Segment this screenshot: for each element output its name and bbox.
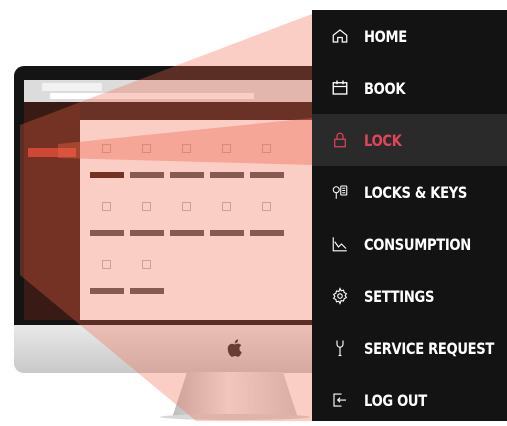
menu-item-lock[interactable]: LOCK [312, 114, 507, 166]
menu-label-book: BOOK [364, 78, 406, 98]
logout-icon [330, 390, 350, 410]
app-sidebar-item [28, 136, 76, 145]
imac-screen [24, 80, 322, 320]
menu-item-book[interactable]: BOOK [312, 62, 507, 114]
app-sidebar-item [28, 208, 76, 217]
lock-card [128, 192, 166, 238]
imac-stand [172, 372, 298, 418]
menu-label-consumption: CONSUMPTION [364, 234, 471, 254]
menu-item-log-out[interactable]: LOG OUT [312, 374, 507, 426]
wrench-icon [330, 338, 350, 358]
lock-card [168, 134, 206, 180]
menu-item-settings[interactable]: SETTINGS [312, 270, 507, 322]
address-bar [50, 93, 254, 99]
app-sidebar-item [28, 160, 76, 169]
menu-item-consumption[interactable]: CONSUMPTION [312, 218, 507, 270]
apple-logo-icon [227, 339, 242, 357]
app-sidebar-item-active [28, 148, 76, 157]
keys-icon [330, 182, 350, 202]
menu-label-lock: LOCK [364, 130, 402, 150]
lock-card [248, 134, 286, 180]
stand-shadow [160, 414, 310, 420]
lock-card [208, 192, 246, 238]
menu-item-service-request[interactable]: SERVICE REQUEST [312, 322, 507, 374]
browser-bar [24, 80, 322, 102]
imac-chin [14, 325, 332, 373]
menu-label-log-out: LOG OUT [364, 390, 427, 410]
lock-card [248, 192, 286, 238]
lock-card [168, 192, 206, 238]
app-sidebar-item [28, 172, 76, 181]
browser-tab [42, 83, 102, 91]
menu-item-home[interactable]: HOME [312, 10, 507, 62]
app-sidebar-item [28, 220, 76, 229]
lock-card [208, 134, 246, 180]
home-icon [330, 26, 350, 46]
lock-card [88, 192, 126, 238]
menu-label-service-request: SERVICE REQUEST [364, 338, 495, 358]
lock-card [88, 250, 126, 296]
app-sidebar-item [28, 196, 76, 205]
menu-label-locks-keys: LOCKS & KEYS [364, 182, 468, 202]
side-menu: HOME BOOK LOCK LOCKS & KEYS CONSUMPTION … [312, 10, 507, 421]
lock-card [128, 134, 166, 180]
menu-item-locks-keys[interactable]: LOCKS & KEYS [312, 166, 507, 218]
menu-label-home: HOME [364, 26, 407, 46]
gear-icon [330, 286, 350, 306]
app-sidebar-item [28, 232, 76, 241]
app-content-preview [80, 120, 322, 320]
calendar-icon [330, 78, 350, 98]
app-sidebar-preview [24, 102, 80, 320]
lock-card [88, 134, 126, 180]
app-header-preview [80, 102, 322, 120]
menu-label-settings: SETTINGS [364, 286, 435, 306]
lock-card [128, 250, 166, 296]
lock-icon [330, 130, 350, 150]
chart-icon [330, 234, 350, 254]
app-sidebar-item [28, 184, 76, 193]
